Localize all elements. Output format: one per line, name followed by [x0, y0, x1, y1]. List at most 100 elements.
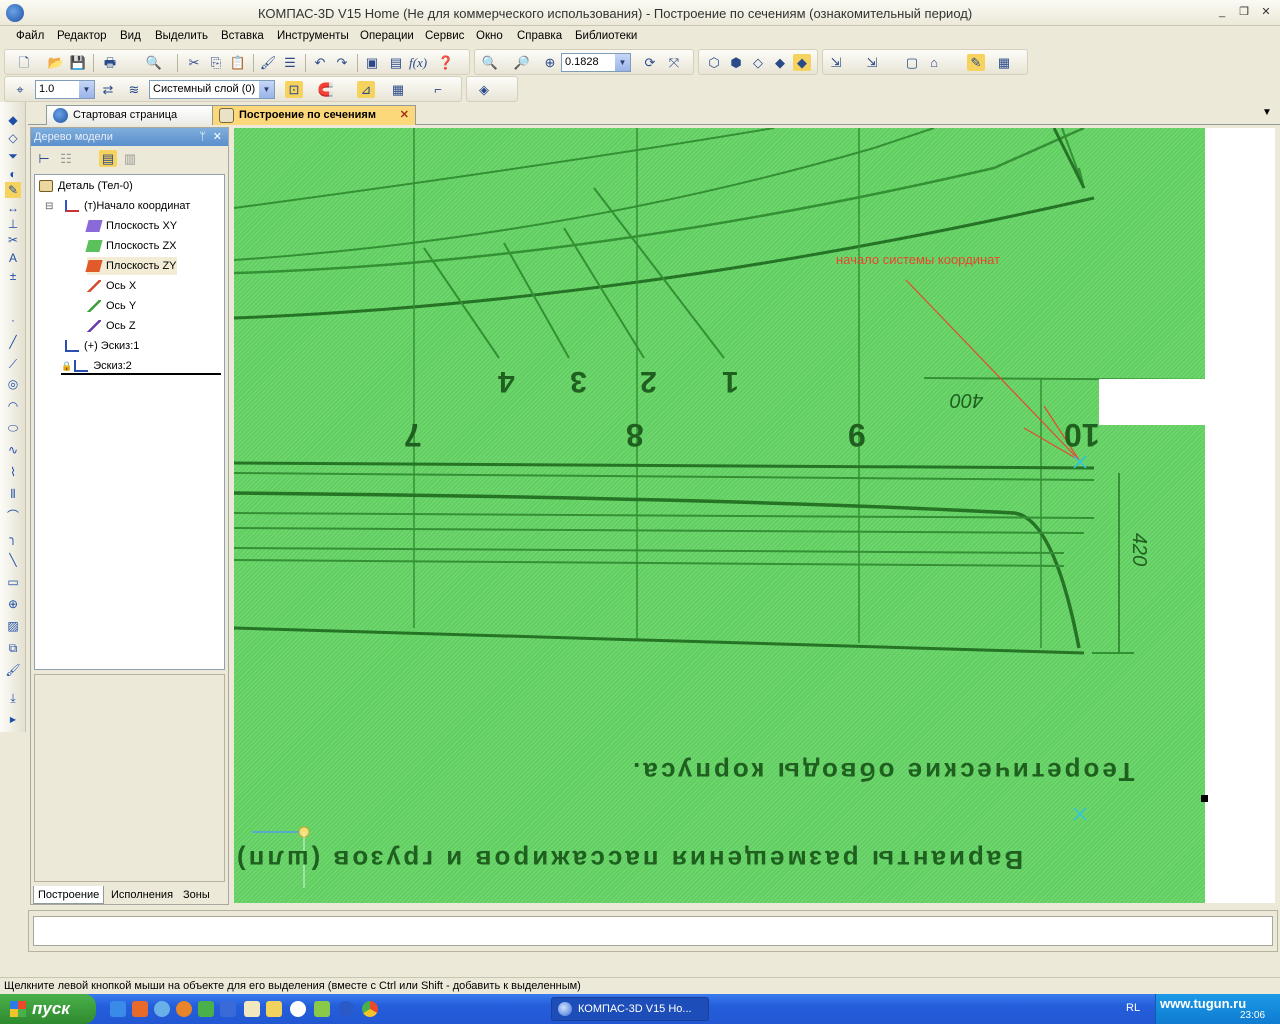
language-indicator[interactable]: RL [1126, 1002, 1140, 1014]
tree-item-origin[interactable]: (т)Начало координат [65, 197, 190, 215]
constraints-icon[interactable]: ± [5, 268, 21, 284]
variables-fx-icon[interactable]: f(x) [409, 54, 427, 71]
cursor-point-icon[interactable]: ⌖ [11, 81, 29, 98]
hidden-lines-icon[interactable]: ⬢ [727, 54, 745, 71]
menu-editor[interactable]: Редактор [57, 30, 107, 42]
insert-fragment-icon[interactable]: ⤓ [5, 690, 21, 706]
pin-icon[interactable]: ᛘ [199, 128, 206, 146]
command-line-area[interactable] [33, 916, 1273, 946]
redo-icon[interactable]: ↷ [333, 54, 351, 71]
tool-icon[interactable] [314, 1001, 330, 1017]
kompas-quick-icon[interactable] [338, 1001, 354, 1017]
section-icon[interactable]: ⌂ [925, 54, 943, 71]
menu-service[interactable]: Сервис [425, 30, 464, 42]
tree-item-plane-zy[interactable]: Плоскость ZY [85, 257, 177, 275]
print-icon[interactable]: 🖶 [101, 54, 119, 71]
library-manager-icon[interactable]: ▤ [387, 54, 405, 71]
dimensions-icon[interactable]: ↔ [5, 200, 21, 216]
tab-sections-build[interactable]: Построение по сечениям ✕ [212, 105, 416, 125]
menu-libraries[interactable]: Библиотеки [575, 30, 637, 42]
tree-item-part[interactable]: Деталь (Тел-0) [39, 177, 133, 195]
cut-icon[interactable]: ✂ [185, 54, 203, 71]
circle-icon[interactable]: ◎ [5, 376, 21, 392]
clock[interactable]: 23:06 [1240, 1010, 1265, 1021]
tree-item-sketch-1[interactable]: (+) Эскиз:1 [65, 337, 139, 355]
menu-window[interactable]: Окно [476, 30, 503, 42]
save-icon[interactable]: 💾 [69, 54, 87, 71]
sketch-parameter-icon[interactable]: ⊡ [285, 81, 303, 98]
wireframe-icon[interactable]: ⬡ [705, 54, 723, 71]
zoom-in-icon[interactable]: ⊕ [541, 54, 559, 71]
halftone-icon[interactable]: ◆ [771, 54, 789, 71]
point-icon[interactable]: · [5, 312, 21, 328]
tabs-dropdown-icon[interactable]: ▼ [1262, 107, 1272, 118]
tree-sort-icon[interactable]: ▥ [121, 150, 139, 167]
geometry-icon[interactable]: ✎ [5, 182, 21, 198]
taskbar-kompas-button[interactable]: КОМПАС-3D V15 Ho... [551, 997, 709, 1021]
tree-filter-icon[interactable]: ▤ [99, 150, 117, 167]
close-panel-icon[interactable]: ✕ [213, 128, 222, 146]
media-icon[interactable] [290, 1001, 306, 1017]
list-icon[interactable]: ☰ [281, 54, 299, 71]
menu-operations[interactable]: Операции [360, 30, 414, 42]
menu-tools[interactable]: Инструменты [277, 30, 349, 42]
blue-app-icon[interactable] [220, 1001, 236, 1017]
leaf-app-icon[interactable] [198, 1001, 214, 1017]
zoom-all-icon[interactable]: 🔎 [513, 54, 531, 71]
paste-icon[interactable]: 📋 [229, 54, 247, 71]
tab-variants[interactable]: Исполнения [107, 886, 177, 904]
manager-icon[interactable]: ▣ [363, 54, 381, 71]
hatch-icon[interactable]: ▨ [5, 618, 21, 634]
tab-start-page[interactable]: Стартовая страница [46, 105, 226, 125]
magnet-snap-icon[interactable]: 🧲 [317, 81, 335, 98]
tab-zones[interactable]: Зоны [179, 886, 214, 904]
auxiliary-geometry-icon[interactable]: ◇ [5, 130, 21, 146]
line-icon[interactable]: ╱ [5, 334, 21, 350]
notepad-icon[interactable] [244, 1001, 260, 1017]
undo-icon[interactable]: ↶ [311, 54, 329, 71]
tab-construction[interactable]: Построение [33, 886, 105, 904]
tree-item-axis-y[interactable]: Ось Y [87, 297, 136, 315]
clock-app-icon[interactable] [154, 1001, 170, 1017]
polyline-icon[interactable]: ⌒ [5, 508, 21, 524]
rotate-icon[interactable]: ⟳ [641, 54, 659, 71]
tree-item-plane-xy[interactable]: Плоскость XY [85, 217, 177, 235]
properties-brush-icon[interactable]: 🖌 [259, 54, 277, 71]
local-cs-icon[interactable]: ⊿ [357, 81, 375, 98]
layer-combo[interactable]: Системный слой (0) ▼ [149, 80, 275, 99]
selection-handle[interactable] [1201, 795, 1208, 802]
box-icon[interactable]: ▢ [903, 54, 921, 71]
tree-structure-icon[interactable]: ⊢ [35, 150, 53, 167]
player-icon[interactable] [132, 1001, 148, 1017]
grid-icon[interactable]: ▦ [389, 81, 407, 98]
drawing-canvas[interactable]: начало системы координат 4 3 2 1 7 8 9 1… [234, 128, 1205, 903]
arc-icon[interactable]: ◠ [5, 398, 21, 414]
tree-item-axis-x[interactable]: Ось X [87, 277, 136, 295]
spline-icon[interactable]: ⌇ [5, 464, 21, 480]
zoom-window-icon[interactable]: 🔍 [481, 54, 499, 71]
rectangle-icon[interactable]: ▭ [5, 574, 21, 590]
brush-icon[interactable]: 🖌 [5, 662, 21, 678]
ellipse-icon[interactable]: ⬭ [5, 420, 21, 436]
context-help-icon[interactable]: ❓ [437, 54, 455, 71]
firefox-icon[interactable] [176, 1001, 192, 1017]
tree-item-sketch-2[interactable]: 🔒 Эскиз:2 [61, 357, 221, 375]
tree-view-mode-icon[interactable]: ☷ [57, 150, 75, 167]
menu-insert[interactable]: Вставка [221, 30, 264, 42]
fillet-icon[interactable]: ╮ [5, 530, 21, 546]
collapse-icon[interactable]: ⊟ [45, 201, 53, 212]
restore-button[interactable]: ❐ [1236, 5, 1252, 20]
parametrize-icon[interactable]: ⊥ [5, 216, 21, 232]
zoom-scale-combo[interactable]: 0.1828 ▼ [561, 53, 631, 72]
open-folder-icon[interactable]: 📂 [47, 54, 65, 71]
orientation-cube-icon[interactable]: ◈ [475, 81, 493, 98]
segment-icon[interactable]: ⟋ [5, 356, 21, 372]
measure-icon[interactable]: ◐ [5, 166, 21, 182]
symbols-icon[interactable]: A [5, 250, 21, 266]
chamfer-icon[interactable]: ╲ [5, 552, 21, 568]
menu-file[interactable]: Файл [16, 30, 44, 42]
start-button[interactable]: пуск [0, 994, 96, 1024]
equidistant-icon[interactable]: ⫴ [5, 486, 21, 502]
parameters-icon[interactable]: ▦ [995, 54, 1013, 71]
expand-toolbar-icon[interactable]: ▶ [5, 712, 21, 728]
